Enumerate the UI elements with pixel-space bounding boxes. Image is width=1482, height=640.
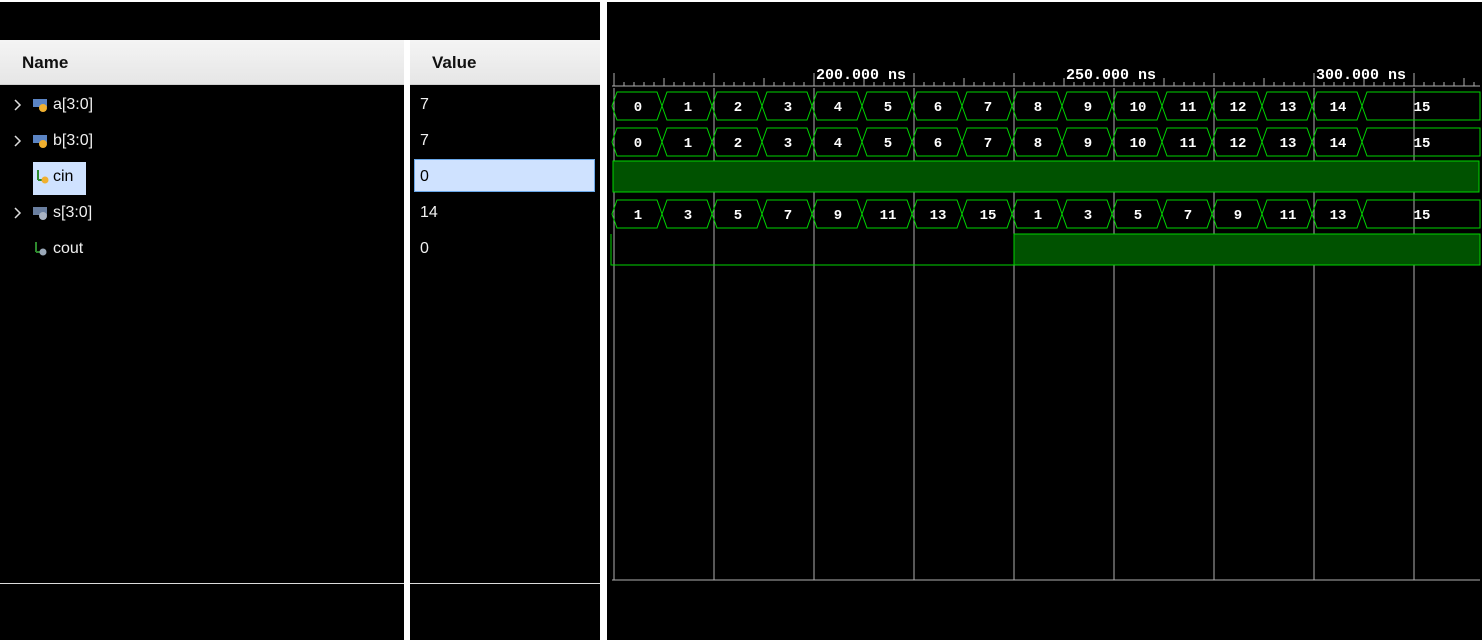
- ruler-time-label: 200.000 ns: [816, 67, 906, 84]
- bus-value-label: 13: [1330, 208, 1347, 224]
- signal-row-b[interactable]: b[3:0]: [0, 124, 404, 160]
- bus-value-label: 0: [634, 136, 642, 152]
- wire-icon: [37, 170, 49, 184]
- bus-icon: [33, 207, 47, 220]
- bus-value-label: 11: [1180, 136, 1197, 152]
- wave-cout: [610, 233, 1481, 266]
- signal-name: s[3:0]: [53, 204, 93, 221]
- bus-value-label: 6: [934, 136, 942, 152]
- value-header-label: Value: [432, 53, 477, 72]
- bus-value-label: 9: [1084, 100, 1092, 116]
- bus-value-label: 13: [1280, 100, 1297, 116]
- wave-s: 1 3 5 7 9 11 13 15 1 3 5 7 9 11 13 15: [611, 199, 1481, 229]
- name-header-label: Name: [22, 53, 69, 72]
- name-pane-footer-line: [0, 583, 404, 584]
- bus-value-label: 9: [1234, 208, 1242, 224]
- bus-value-label: 10: [1130, 100, 1147, 116]
- bus-icon: [33, 135, 47, 148]
- bus-value-label: 1: [684, 100, 692, 116]
- chevron-right-icon[interactable]: [12, 204, 24, 222]
- bus-value-label: 7: [784, 208, 792, 224]
- cout-high-band: [1013, 233, 1481, 266]
- wave-cin: [612, 160, 1480, 193]
- bus-value-label: 6: [934, 100, 942, 116]
- bus-value-label: 0: [634, 100, 642, 116]
- signal-value-cout: 0: [420, 240, 429, 257]
- bus-value-label: 8: [1034, 136, 1042, 152]
- signal-value-s: 14: [420, 204, 438, 221]
- signal-value-cin-text: 0: [420, 168, 429, 185]
- bus-value-label: 14: [1330, 136, 1347, 152]
- signal-value-cin[interactable]: 0: [414, 159, 595, 192]
- value-pane-footer-line: [410, 583, 600, 584]
- bus-value-label: 13: [1280, 136, 1297, 152]
- bus-value-label: 15: [980, 208, 997, 224]
- signal-value-b: 7: [420, 132, 429, 149]
- signal-value-a: 7: [420, 96, 429, 113]
- bus-value-label: 11: [1180, 100, 1197, 116]
- bus-value-label: 3: [684, 208, 692, 224]
- bus-value-label: 11: [880, 208, 897, 224]
- bus-value-label: 8: [1034, 100, 1042, 116]
- bus-value-label: 4: [834, 100, 842, 116]
- bus-value-label: 1: [634, 208, 642, 224]
- ruler-time-label: 300.000 ns: [1316, 67, 1406, 84]
- bus-icon: [33, 99, 47, 112]
- bus-value-label: 10: [1130, 136, 1147, 152]
- bus-value-label: 4: [834, 136, 842, 152]
- wave-b: 0 1 2 3 4 5 6 7 8 9 10 11 12 13 14 15: [611, 127, 1481, 157]
- bus-value-label: 1: [1034, 208, 1042, 224]
- bus-value-label: 12: [1230, 136, 1247, 152]
- bus-value-label: 9: [834, 208, 842, 224]
- pane-divider-name-value[interactable]: [404, 40, 410, 640]
- bus-value-label: 3: [784, 136, 792, 152]
- signal-row-s[interactable]: s[3:0]: [0, 196, 404, 232]
- bus-value-label: 5: [1134, 208, 1142, 224]
- waveform-canvas[interactable]: 200.000 ns 250.000 ns 300.000 ns 012345678…: [607, 0, 1482, 640]
- signal-name: cout: [53, 240, 84, 257]
- bus-value-label: 15: [1414, 208, 1431, 224]
- bus-value-label: 1: [684, 136, 692, 152]
- chevron-right-icon[interactable]: [12, 96, 24, 114]
- bus-value-label: 12: [1230, 100, 1247, 116]
- wave-a: 0 1 2 3 4 5 6 7 8 9 10 11 12 13 14 15: [611, 91, 1481, 121]
- bus-value-label: 3: [784, 100, 792, 116]
- bus-value-label: 5: [884, 100, 892, 116]
- bus-value-label: 14: [1330, 100, 1347, 116]
- bus-value-label: 7: [984, 100, 992, 116]
- signal-row-a[interactable]: a[3:0]: [0, 88, 404, 124]
- signal-name: b[3:0]: [53, 132, 94, 149]
- signal-name: a[3:0]: [53, 96, 94, 113]
- cin-high-band: [612, 160, 1480, 193]
- bus-value-label: 13: [930, 208, 947, 224]
- signal-row-cout[interactable]: cout: [0, 232, 404, 268]
- bus-value-label: 5: [734, 208, 742, 224]
- bus-value-label: 7: [1184, 208, 1192, 224]
- value-column-header[interactable]: Value: [410, 40, 600, 85]
- bus-value-label: 2: [734, 100, 742, 116]
- name-column-header[interactable]: Name: [0, 40, 404, 85]
- time-ruler: 200.000 ns 250.000 ns 300.000 ns: [612, 67, 1480, 87]
- bus-value-label: 11: [1280, 208, 1297, 224]
- bus-value-label: 7: [984, 136, 992, 152]
- ruler-time-label: 250.000 ns: [1066, 67, 1156, 84]
- bus-value-label: 2: [734, 136, 742, 152]
- signal-name: cin: [53, 168, 74, 185]
- wire-icon: [35, 242, 47, 256]
- chevron-right-icon[interactable]: [12, 132, 24, 150]
- bus-value-label: 15: [1414, 136, 1431, 152]
- signal-row-cin[interactable]: cin: [0, 160, 404, 196]
- bus-value-label: 15: [1414, 100, 1431, 116]
- pane-divider-wave[interactable]: [600, 0, 607, 640]
- bus-value-label: 9: [1084, 136, 1092, 152]
- bus-value-label: 5: [884, 136, 892, 152]
- bus-value-label: 3: [1084, 208, 1092, 224]
